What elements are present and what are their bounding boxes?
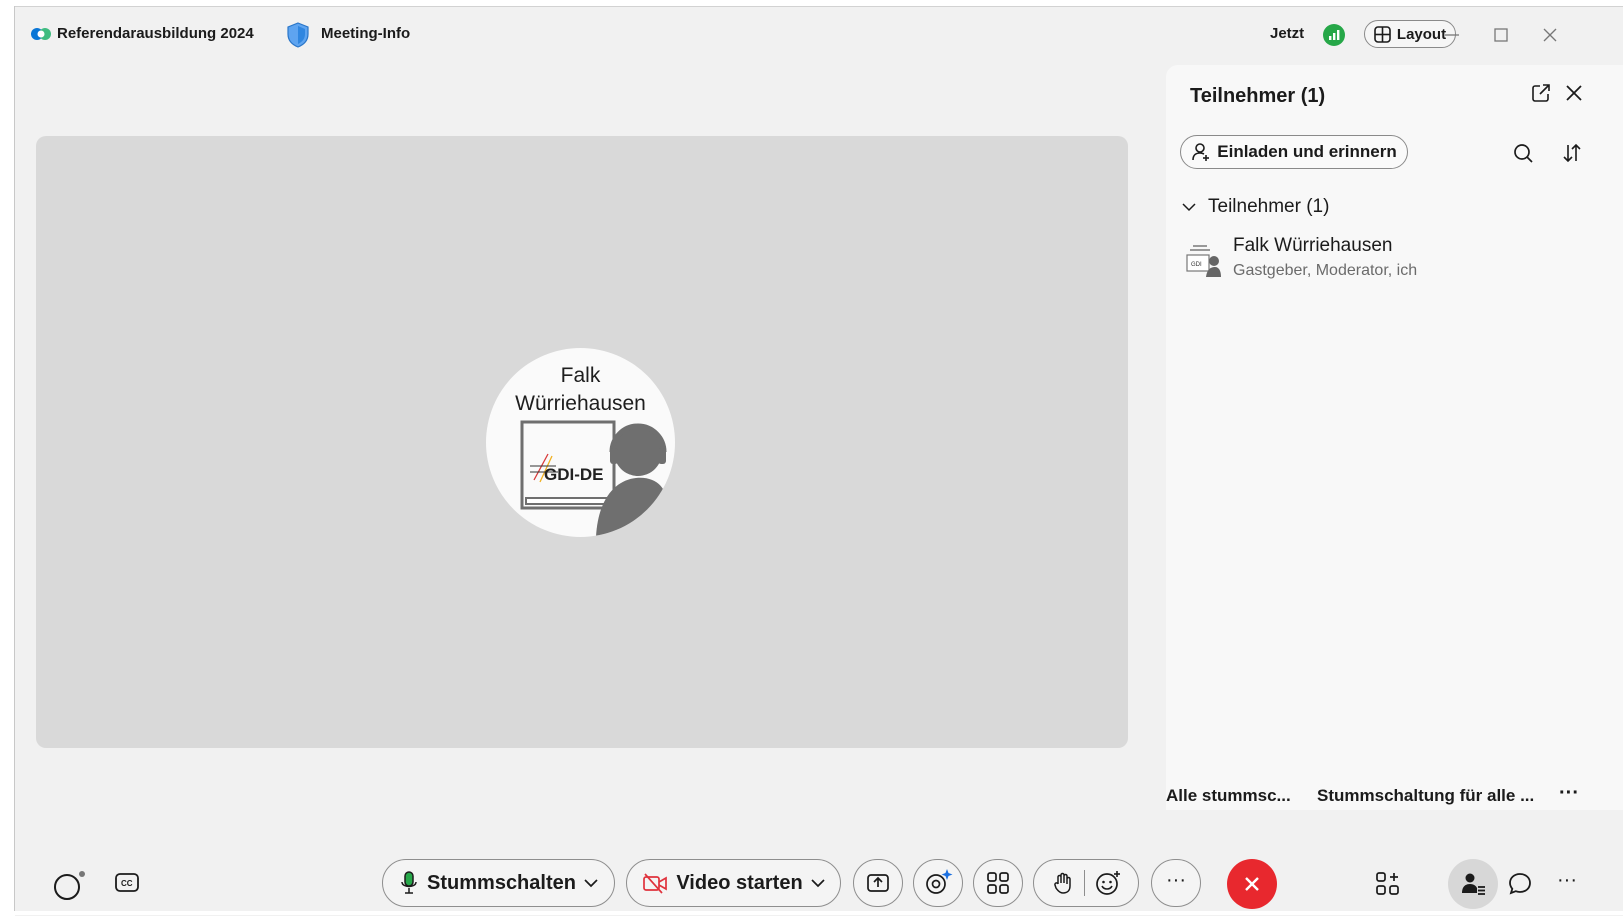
- participant-role: Gastgeber, Moderator, ich: [1233, 262, 1418, 279]
- chevron-down-icon: [1182, 203, 1196, 212]
- share-button[interactable]: [853, 859, 903, 907]
- minimize-icon[interactable]: [1442, 25, 1462, 45]
- participant-avatar: GDI: [1186, 245, 1221, 277]
- raise-hand-icon[interactable]: [1052, 871, 1074, 895]
- invite-button[interactable]: Einladen und erinnern: [1180, 135, 1408, 169]
- more-button[interactable]: ···: [1151, 859, 1201, 907]
- video-off-icon: [643, 873, 668, 894]
- end-call-icon: [1245, 877, 1259, 891]
- meeting-window: Referendarausbildung 2024 Meeting-Info J…: [15, 6, 1623, 916]
- chevron-down-icon[interactable]: [584, 878, 598, 888]
- status-ring-icon[interactable]: [53, 869, 87, 901]
- panel-close-icon[interactable]: [1563, 82, 1585, 104]
- svg-text:CC: CC: [121, 879, 133, 888]
- meeting-title: Referendarausbildung 2024: [57, 25, 254, 42]
- video-button[interactable]: Video starten: [626, 859, 841, 907]
- invite-label: Einladen und erinnern: [1217, 142, 1397, 161]
- layout-icon: [1374, 25, 1391, 43]
- layout-label: Layout: [1396, 25, 1447, 43]
- chevron-down-icon[interactable]: [811, 878, 825, 888]
- end-call-button[interactable]: [1227, 859, 1277, 909]
- gdi-logo-text: GDI-DE: [544, 465, 604, 484]
- group-label: Teilnehmer (1): [1208, 196, 1330, 217]
- video-label: Video starten: [676, 871, 803, 894]
- meeting-info-link[interactable]: Meeting-Info: [321, 25, 410, 42]
- more-label: ···: [1166, 868, 1186, 891]
- panel-footer: Alle stummsc... Stummschaltung für alle …: [1166, 782, 1623, 814]
- mute-label: Stummschalten: [427, 871, 576, 894]
- captions-icon[interactable]: CC: [114, 871, 140, 895]
- time-indicator: Jetzt: [1270, 25, 1305, 42]
- panel-more-button[interactable]: ···: [1559, 782, 1579, 805]
- participants-toggle-button[interactable]: [1448, 859, 1498, 909]
- signal-icon[interactable]: [1323, 24, 1345, 46]
- add-person-icon: [1192, 143, 1210, 161]
- apps-grid-icon: [987, 872, 1009, 894]
- apps-add-icon[interactable]: [1375, 871, 1401, 897]
- apps-button[interactable]: [973, 859, 1023, 907]
- ai-assistant-button[interactable]: [913, 859, 963, 907]
- popout-icon[interactable]: [1530, 82, 1552, 104]
- unmute-all-button[interactable]: Stummschaltung für alle ...: [1317, 786, 1534, 806]
- reactions-icon[interactable]: [1095, 870, 1121, 896]
- reactions-button-group[interactable]: [1033, 859, 1139, 907]
- mute-all-button[interactable]: Alle stummsc...: [1166, 786, 1291, 806]
- video-stage: Falk Würriehausen GDI-DE: [36, 136, 1128, 748]
- search-icon[interactable]: [1512, 142, 1534, 164]
- svg-text:GDI: GDI: [1191, 262, 1202, 268]
- chat-icon[interactable]: [1507, 871, 1533, 897]
- maximize-icon[interactable]: [1491, 25, 1511, 45]
- participants-icon: [1462, 873, 1485, 895]
- microphone-icon: [401, 871, 417, 894]
- title-bar: Referendarausbildung 2024 Meeting-Info J…: [15, 7, 1623, 62]
- close-icon[interactable]: [1540, 25, 1560, 45]
- gdi-logo-icon: GDI-DE: [520, 420, 668, 537]
- participant-name: Falk Würriehausen: [1233, 235, 1393, 256]
- bottom-edge: [0, 911, 1623, 915]
- shield-icon[interactable]: [287, 22, 309, 48]
- participant-avatar-tile[interactable]: Falk Würriehausen GDI-DE: [486, 348, 675, 537]
- share-icon: [867, 874, 889, 892]
- ai-assistant-icon: [926, 869, 953, 894]
- right-more-button[interactable]: ···: [1557, 869, 1577, 892]
- panel-title: Teilnehmer (1): [1190, 85, 1326, 107]
- mute-button[interactable]: Stummschalten: [382, 859, 615, 907]
- participants-panel: Teilnehmer (1) Einladen und erinnern Tei…: [1166, 65, 1623, 810]
- participant-group-header[interactable]: Teilnehmer (1): [1182, 196, 1329, 218]
- divider: [1083, 870, 1085, 896]
- sort-icon[interactable]: [1561, 142, 1583, 164]
- webex-logo-icon: [31, 28, 51, 40]
